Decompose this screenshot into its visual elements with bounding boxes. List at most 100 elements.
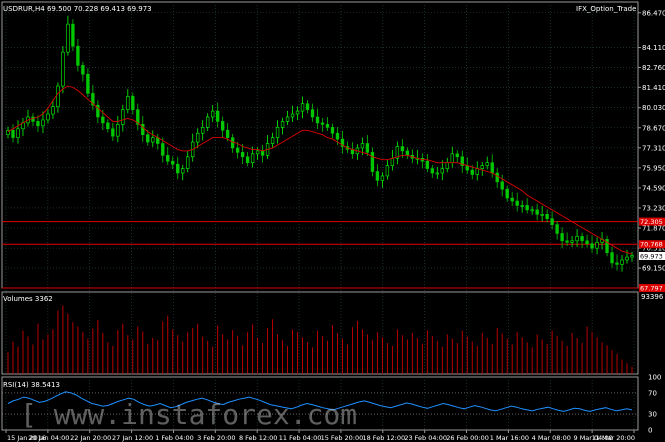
price-tick-label: 69.150 [642, 265, 665, 273]
candle-body [495, 172, 499, 183]
rsi-level-label: 100 [648, 374, 661, 382]
main-panel [1, 1, 639, 289]
symbol-info: USDRUR,H4 69.500 70.228 69.413 69.973 [3, 5, 152, 13]
candle-body [360, 143, 365, 149]
candle-body [151, 137, 155, 143]
candle-body [545, 213, 549, 220]
price-tick-label: 82.760 [642, 64, 665, 72]
candle-body [615, 262, 619, 265]
time-tick-label: 11 Feb 04:00 [279, 434, 322, 442]
candle-body [61, 51, 65, 87]
candle-body [630, 255, 634, 258]
candle-body [285, 116, 290, 122]
candle-body [66, 23, 70, 53]
candle-body [76, 45, 80, 66]
price-marker-label: 70.768 [640, 241, 663, 249]
candle-body [505, 188, 509, 199]
candle-body [131, 96, 135, 110]
candle-body [161, 143, 165, 156]
volume-scale-top: 93396 [641, 293, 664, 301]
candle-body [111, 128, 115, 137]
candle-body [595, 241, 599, 249]
candle-body [206, 116, 210, 128]
candle-body [520, 205, 524, 207]
time-tick-label: 1 Mar 16:00 [490, 434, 529, 442]
candle-body [196, 132, 200, 143]
candle-body [490, 162, 494, 174]
candle-body [540, 213, 544, 216]
time-tick-label: 11 Mar 20:00 [592, 434, 635, 442]
candle-body [390, 157, 395, 166]
candle-body [36, 121, 40, 127]
candle-body [550, 218, 554, 225]
price-marker-label: 69.973 [640, 252, 663, 260]
time-tick-label: 22 Jan 20:00 [70, 434, 111, 442]
candle-body [565, 240, 569, 243]
candle-body [380, 175, 385, 181]
candle-body [260, 150, 265, 156]
rsi-level-label: 0 [648, 427, 652, 435]
candle-body [220, 121, 225, 131]
candle-body [575, 236, 579, 242]
candle-body [46, 113, 50, 121]
candle-body [525, 205, 529, 211]
candle-body [440, 168, 444, 174]
time-tick-label: 8 Feb 12:00 [239, 434, 278, 442]
candle-body [300, 103, 305, 112]
candle-body [121, 109, 125, 125]
candle-body [335, 132, 340, 140]
candle-body [16, 128, 20, 138]
candle-body [215, 110, 220, 122]
trading-chart[interactable]: 86.470 84.110 82.760 81.410 80.030 78.670 77.3… [0, 0, 665, 442]
candle-body [405, 150, 410, 156]
volumes-label: Volumes 3362 [3, 295, 53, 303]
candle-body [470, 169, 474, 175]
candle-body [315, 116, 320, 124]
time-tick-label: 3 Feb 20:00 [197, 434, 236, 442]
candle-body [126, 96, 130, 110]
price-marker-label: 67.797 [640, 285, 663, 293]
rsi-level-label: 70 [648, 389, 657, 397]
time-tick-label: 1 Feb 04:00 [155, 434, 194, 442]
price-tick-label: 73.230 [642, 204, 665, 212]
candle-body [530, 209, 534, 212]
candle-body [535, 209, 539, 215]
candle-body [295, 110, 300, 115]
candle-body [101, 116, 105, 124]
candle-body [385, 165, 390, 177]
candle-body [485, 162, 489, 166]
moving-average-line [7, 85, 633, 255]
time-tick-label: 23 Feb 04:00 [404, 434, 447, 442]
candle-body [570, 240, 574, 243]
price-tick-label: 80.030 [642, 104, 665, 112]
price-tick-label: 84.110 [642, 44, 665, 52]
candle-body [515, 200, 519, 206]
candle-body [585, 240, 589, 245]
candle-body [425, 160, 430, 169]
candle-body [186, 156, 190, 169]
price-marker-label: 72.305 [640, 218, 663, 226]
candle-body [310, 109, 315, 118]
price-tick-label: 78.670 [642, 124, 665, 132]
candle-body [56, 85, 60, 107]
candle-body [86, 73, 90, 94]
indicator-name: IFX_Option_Trade [576, 5, 637, 13]
candle-body [400, 146, 405, 152]
candle-body [280, 121, 285, 128]
candle-body [580, 236, 584, 242]
candle-body [41, 119, 45, 127]
candle-body [106, 122, 110, 130]
time-tick-label: 4 Mar 08:00 [532, 434, 571, 442]
candle-body [51, 106, 55, 115]
candle-body [275, 127, 280, 138]
price-tick-label: 81.410 [642, 84, 665, 92]
candle-body [320, 122, 325, 125]
time-tick-label: 26 Feb 00:00 [446, 434, 489, 442]
candle-body [620, 259, 624, 265]
candle-body [370, 152, 375, 172]
price-tick-label: 74.590 [642, 184, 665, 192]
candle-body [325, 124, 330, 128]
candle-body [435, 172, 439, 175]
candle-body [305, 103, 310, 110]
price-tick-label: 77.310 [642, 144, 665, 152]
